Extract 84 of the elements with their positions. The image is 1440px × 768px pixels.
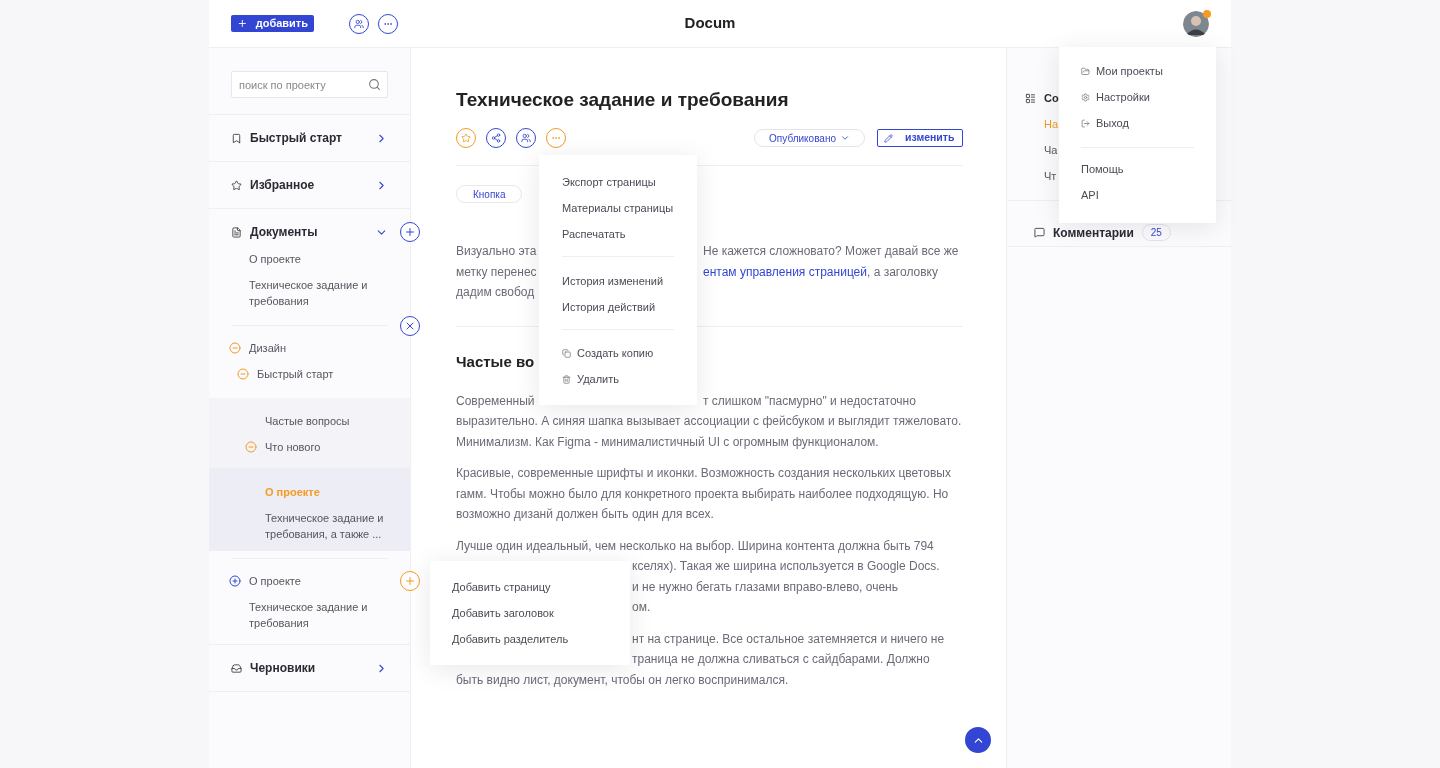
tree-item[interactable]: Техническое задание и требования: [249, 277, 368, 309]
section-title: Со: [1044, 90, 1059, 106]
users-icon: [521, 133, 531, 143]
paragraph-line: Красивые, современные шрифты и иконки. Возможность создания нескольких цветовых: [456, 465, 952, 482]
menu-item[interactable]: API: [1081, 182, 1194, 209]
paragraph-line: траница не должна сливаться с сайдбарами. Должно: [632, 652, 930, 666]
outline-item[interactable]: Чт: [1025, 163, 1057, 189]
menu-item[interactable]: Выход: [1081, 110, 1194, 137]
tree-item[interactable]: О проекте: [249, 251, 301, 267]
menu-item[interactable]: Добавить разделитель: [452, 626, 630, 652]
paragraph-line: и не нужно бегать глазами вправо-влево, очень: [632, 579, 898, 594]
add-button[interactable]: добавить: [231, 15, 314, 32]
tree-item[interactable]: О проекте: [249, 573, 301, 589]
menu-item[interactable]: История изменений: [562, 268, 674, 294]
paragraph-line: дадим свобод: [456, 285, 535, 299]
search-icon[interactable]: [368, 78, 381, 91]
paragraph-line: , а заголовку: [867, 264, 938, 279]
menu-item[interactable]: Удалить: [562, 366, 674, 392]
menu-item[interactable]: Помощь: [1081, 156, 1194, 183]
users-button[interactable]: [516, 128, 536, 148]
outline-item[interactable]: Ча: [1025, 137, 1058, 163]
menu-item[interactable]: История действий: [562, 294, 674, 320]
tree-item[interactable]: Частые вопросы: [265, 413, 350, 429]
paragraph-line: метку перенес: [456, 264, 537, 279]
close-button[interactable]: [400, 316, 420, 336]
paragraph-line: Минимализм. Как Figma - минималистичный UI с огромным функционалом.: [456, 433, 880, 451]
star-icon: [461, 133, 471, 143]
tree-item[interactable]: Техническое задание и требования: [249, 599, 368, 631]
paragraph-line: нт на странице. Все остальное затемняется и ничего не: [632, 631, 945, 646]
share-icon: [491, 133, 501, 143]
section-title: Документы: [250, 224, 318, 240]
expand-icon[interactable]: [229, 573, 241, 589]
share-button[interactable]: [486, 128, 506, 148]
paragraph-line: гамм. Чтобы можно было для конкретного проекта выбирать наиболее подходящую. Но: [456, 485, 950, 503]
section-title: Быстрый старт: [250, 130, 342, 146]
paragraph-line: т слишком "пасмурно" и недостаточно: [703, 393, 916, 408]
plus-icon: [404, 575, 416, 587]
plus-icon: [404, 226, 416, 238]
paragraph-line: Визуально эта: [456, 244, 537, 258]
search-field[interactable]: поиск по проекту: [231, 71, 388, 98]
close-icon: [404, 320, 416, 332]
tree-item[interactable]: Что нового: [265, 439, 321, 455]
paragraph-line: Лучше один идеальный, чем несколько на выбор. Ширина контента должна быть 794: [456, 537, 935, 555]
more-button[interactable]: [378, 13, 398, 34]
section-icon: [231, 132, 242, 144]
section-icon: [231, 662, 242, 674]
section-title: Комментарии: [1053, 224, 1134, 242]
contents-icon: [1025, 92, 1036, 104]
avatar[interactable]: [1183, 10, 1209, 37]
comment-icon: [1034, 227, 1045, 238]
section-heading: Частые во: [456, 351, 535, 372]
paragraph-line: Современный: [456, 393, 535, 408]
menu-item[interactable]: Материалы страницы: [562, 195, 674, 221]
paragraph-line: кселях). Такая же ширина используется в Google Docs.: [632, 559, 940, 573]
tree-item[interactable]: Техническое задание и требования, а также ...: [265, 510, 384, 542]
users-button[interactable]: [349, 13, 369, 34]
link[interactable]: ентам управления страницей: [703, 264, 867, 279]
paragraph-line: быть видно лист, документ, чтобы он легко воспринимался.: [456, 671, 790, 689]
users-icon: [354, 18, 364, 29]
section-title: Избранное: [250, 177, 315, 193]
menu-item[interactable]: Мои проекты: [1081, 58, 1194, 85]
paragraph-line: выразительно. А синяя шапка вызывает ассоциации с фейсбуком и выглядит тяжеловато.: [456, 413, 963, 430]
plus-icon: [237, 18, 248, 29]
add-button[interactable]: [400, 222, 420, 242]
menu-item[interactable]: Распечатать: [562, 221, 674, 247]
caret-icon: [840, 133, 850, 143]
tree-item[interactable]: Быстрый старт: [257, 366, 334, 382]
menu-item[interactable]: Настройки: [1081, 84, 1194, 111]
menu-item[interactable]: Добавить страницу: [452, 574, 630, 600]
section-icon: [231, 179, 242, 191]
page-title: Техническое задание и требования: [456, 88, 790, 112]
section-title: Черновики: [250, 660, 316, 676]
paragraph-line: Не кажется сложновато? Может давай все же: [703, 244, 959, 258]
section-icon: [231, 226, 242, 238]
app-title: Docum: [683, 13, 737, 34]
menu-item[interactable]: Добавить заголовок: [452, 600, 630, 626]
menu-item[interactable]: Создать копию: [562, 340, 674, 366]
paragraph-line: ом.: [632, 600, 651, 614]
paragraph-line: возможно дизанй должен быть один для всех.: [456, 506, 715, 523]
edit-button[interactable]: изменить: [877, 129, 963, 147]
pencil-icon: [884, 133, 893, 143]
tree-item[interactable]: Дизайн: [249, 340, 286, 356]
scroll-top-button[interactable]: [965, 727, 991, 753]
menu-item[interactable]: Экспорт страницы: [562, 169, 674, 195]
